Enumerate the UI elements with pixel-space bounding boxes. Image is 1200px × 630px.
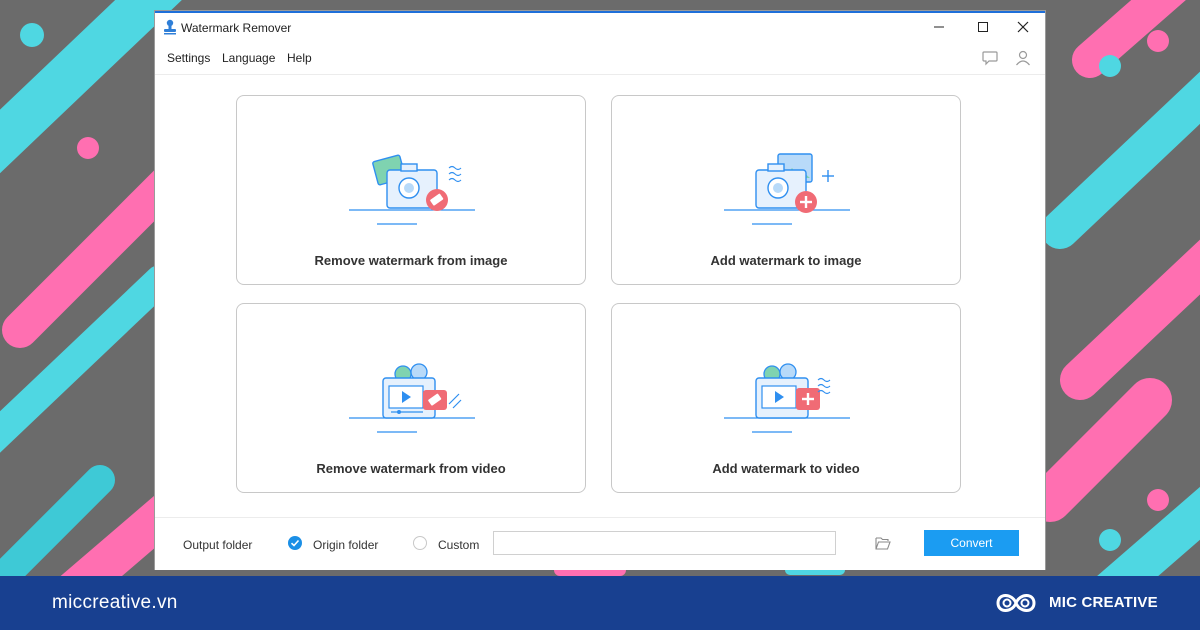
close-button[interactable] bbox=[1001, 13, 1045, 41]
footer-url: miccreative.vn bbox=[52, 592, 178, 613]
camera-plus-icon bbox=[724, 153, 850, 225]
card-remove-watermark-video[interactable]: Remove watermark from video bbox=[236, 303, 586, 493]
close-icon bbox=[1017, 21, 1029, 33]
menu-help[interactable]: Help bbox=[287, 51, 312, 65]
menu-bar: Settings Language Help bbox=[155, 41, 1045, 75]
maximize-button[interactable] bbox=[961, 13, 1005, 41]
mic-creative-logo bbox=[996, 594, 1036, 612]
card-label: Remove watermark from image bbox=[314, 253, 508, 268]
minimize-icon bbox=[934, 26, 944, 28]
footer-banner: miccreative.vn MIC CREATIVE bbox=[0, 576, 1200, 630]
card-label: Add watermark to image bbox=[710, 253, 862, 268]
card-remove-watermark-image[interactable]: Remove watermark from image bbox=[236, 95, 586, 285]
origin-folder-label[interactable]: Origin folder bbox=[313, 538, 378, 552]
user-account-icon[interactable] bbox=[1014, 49, 1032, 67]
app-stamp-icon bbox=[164, 19, 176, 35]
video-plus-icon bbox=[724, 363, 850, 433]
footer-brand: MIC CREATIVE bbox=[1049, 594, 1158, 611]
custom-radio[interactable] bbox=[413, 536, 427, 550]
menu-settings[interactable]: Settings bbox=[167, 51, 210, 65]
app-window: Watermark Remover Settings Language Help bbox=[155, 11, 1045, 570]
menu-language[interactable]: Language bbox=[222, 51, 275, 65]
card-add-watermark-image[interactable]: Add watermark to image bbox=[611, 95, 961, 285]
card-label: Remove watermark from video bbox=[316, 461, 506, 476]
checkmark-icon bbox=[290, 539, 300, 547]
camera-eraser-icon bbox=[349, 154, 475, 225]
convert-button[interactable]: Convert bbox=[924, 530, 1019, 556]
minimize-button[interactable] bbox=[917, 13, 961, 41]
custom-path-input[interactable] bbox=[493, 531, 836, 555]
custom-label[interactable]: Custom bbox=[438, 538, 479, 552]
maximize-icon bbox=[978, 22, 988, 32]
title-bar: Watermark Remover bbox=[155, 13, 1045, 41]
output-folder-label: Output folder bbox=[183, 538, 253, 552]
origin-folder-radio[interactable] bbox=[288, 536, 302, 550]
card-label: Add watermark to video bbox=[712, 461, 860, 476]
window-title: Watermark Remover bbox=[181, 21, 292, 35]
open-folder-icon[interactable] bbox=[874, 534, 892, 552]
feedback-chat-icon[interactable] bbox=[981, 49, 999, 67]
output-bar: Output folder Origin folder Custom Conve… bbox=[155, 517, 1045, 570]
card-add-watermark-video[interactable]: Add watermark to video bbox=[611, 303, 961, 493]
video-eraser-icon bbox=[349, 363, 475, 433]
